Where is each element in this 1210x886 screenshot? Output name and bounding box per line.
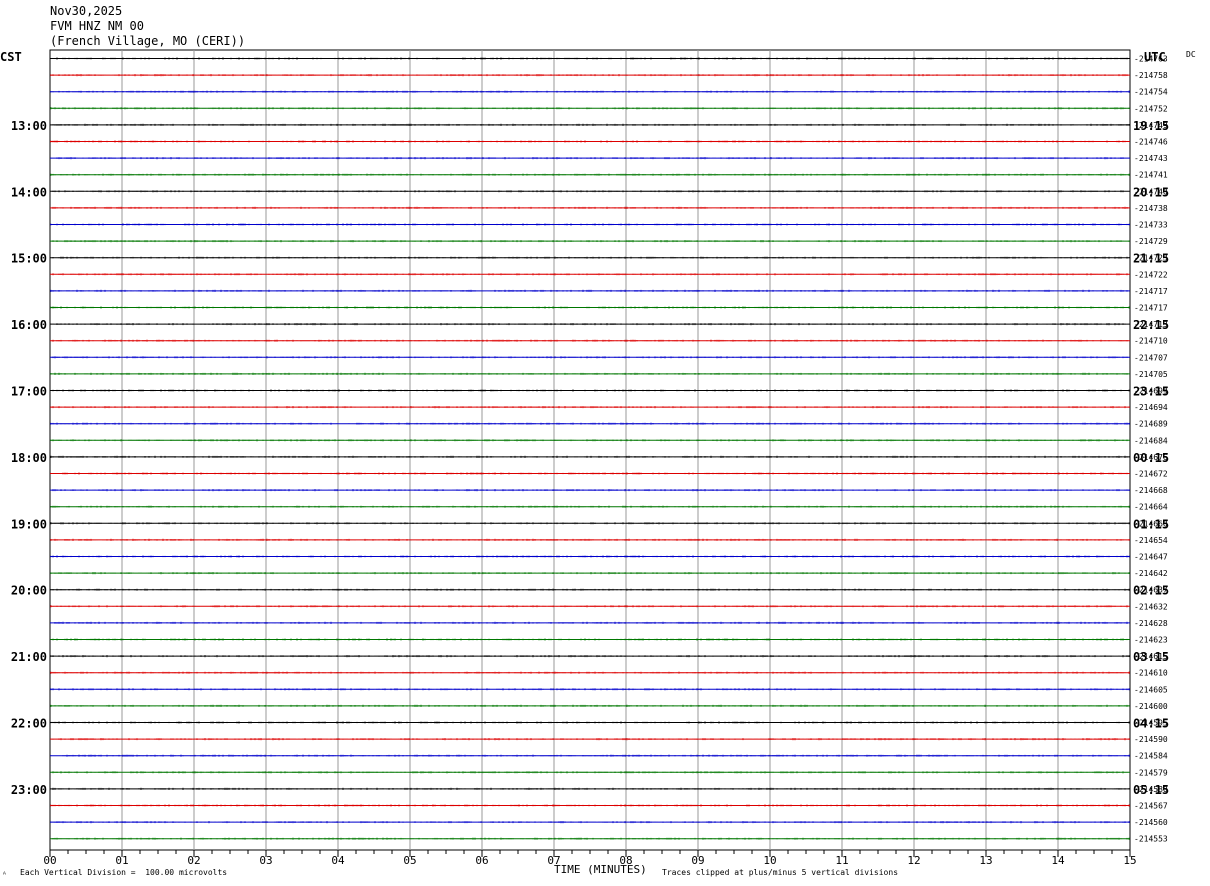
dc-offset-label: -214717 [1134, 287, 1168, 296]
x-tick-label: 10 [763, 854, 776, 867]
hour-label-right: 04:15 [1133, 717, 1169, 731]
dc-offset-label: -214605 [1134, 685, 1168, 694]
dc-offset-label: -214553 [1134, 835, 1168, 844]
dc-offset-label: -214707 [1134, 353, 1168, 362]
hour-label-left: 21:00 [11, 650, 47, 664]
dc-offset-label: -214654 [1134, 536, 1168, 545]
hour-label-left: 13:00 [11, 119, 47, 133]
plot-frame [49, 49, 1131, 851]
hour-label-right: 00:15 [1133, 451, 1169, 465]
hour-label-right: 05:15 [1133, 783, 1169, 797]
x-axis-title: TIME (MINUTES) [554, 863, 647, 876]
x-tick-label: 00 [43, 854, 56, 867]
hour-label-right: 03:15 [1133, 650, 1169, 664]
dc-offset-label: -214628 [1134, 619, 1168, 628]
dc-offset-label: -214560 [1134, 818, 1168, 827]
dc-offset-label: -214729 [1134, 237, 1168, 246]
x-tick-label: 11 [835, 854, 848, 867]
hour-label-left: 22:00 [11, 717, 47, 731]
dc-offset-label: -214733 [1134, 221, 1168, 230]
x-tick-label: 04 [331, 854, 345, 867]
dc-offset-label: -214754 [1134, 88, 1168, 97]
clip-note: Traces clipped at plus/minus 5 vertical … [662, 868, 899, 877]
x-tick-label: 06 [475, 854, 488, 867]
dc-offset-label: -214710 [1134, 337, 1168, 346]
hour-label-left: 16:00 [11, 318, 47, 332]
hour-label-left: 20:00 [11, 584, 47, 598]
x-tick-label: 09 [691, 854, 704, 867]
helicorder-plot: -214763-214758-214754-214752-214749-2147… [11, 49, 1169, 867]
dc-offset-label: -214642 [1134, 569, 1168, 578]
dc-offset-label: -214758 [1134, 71, 1168, 80]
dc-offset-label: -214590 [1134, 735, 1168, 744]
dc-offset-label: -214705 [1134, 370, 1168, 379]
dc-offset-label: -214632 [1134, 602, 1168, 611]
hour-label-right: 19:15 [1133, 119, 1169, 133]
dc-offset-label: -214752 [1134, 104, 1168, 113]
dc-offset-label: -214741 [1134, 171, 1168, 180]
dc-offset-label: -214600 [1134, 702, 1168, 711]
dc-offset-label: -214664 [1134, 503, 1168, 512]
hour-label-right: 02:15 [1133, 584, 1169, 598]
x-tick-label: 13 [979, 854, 992, 867]
hour-label-left: 19:00 [11, 517, 47, 531]
dc-offset-label: -214689 [1134, 420, 1168, 429]
dc-offset-label: -214672 [1134, 470, 1168, 479]
hour-label-right: 23:15 [1133, 385, 1169, 399]
dc-offset-label: -214717 [1134, 304, 1168, 313]
x-tick-label: 01 [115, 854, 128, 867]
hour-label-right: 01:15 [1133, 517, 1169, 531]
x-tick-label: 02 [187, 854, 200, 867]
dc-offset-label: -214684 [1134, 436, 1168, 445]
hour-label-left: 17:00 [11, 385, 47, 399]
dc-offset-label: -214743 [1134, 154, 1168, 163]
dc-offset-label: -214738 [1134, 204, 1168, 213]
hour-label-right: 21:15 [1133, 252, 1169, 266]
hour-label-left: 18:00 [11, 451, 47, 465]
dc-offset-label: -214579 [1134, 768, 1168, 777]
x-tick-label: 14 [1051, 854, 1065, 867]
x-tick-label: 15 [1123, 854, 1136, 867]
hour-label-left: 14:00 [11, 185, 47, 199]
x-tick-label: 05 [403, 854, 416, 867]
dc-offset-label: -214763 [1134, 55, 1168, 64]
dc-offset-label: -214584 [1134, 752, 1168, 761]
dc-offset-label: -214668 [1134, 486, 1168, 495]
dc-offset-label: -214567 [1134, 802, 1168, 811]
dc-offset-label: -214694 [1134, 403, 1168, 412]
dc-offset-label: -214623 [1134, 636, 1168, 645]
hour-label-left: 23:00 [11, 783, 47, 797]
hour-label-right: 22:15 [1133, 318, 1169, 332]
x-tick-label: 12 [907, 854, 920, 867]
x-tick-label: 03 [259, 854, 272, 867]
hour-label-right: 20:15 [1133, 185, 1169, 199]
hour-label-left: 15:00 [11, 252, 47, 266]
dc-offset-label: -214746 [1134, 138, 1168, 147]
dc-offset-label: -214647 [1134, 553, 1168, 562]
dc-offset-label: -214722 [1134, 270, 1168, 279]
scale-note: Each Vertical Division = 100.00 microvol… [20, 868, 228, 877]
corner-mark: ᴬ [2, 870, 7, 879]
dc-offset-label: -214610 [1134, 669, 1168, 678]
